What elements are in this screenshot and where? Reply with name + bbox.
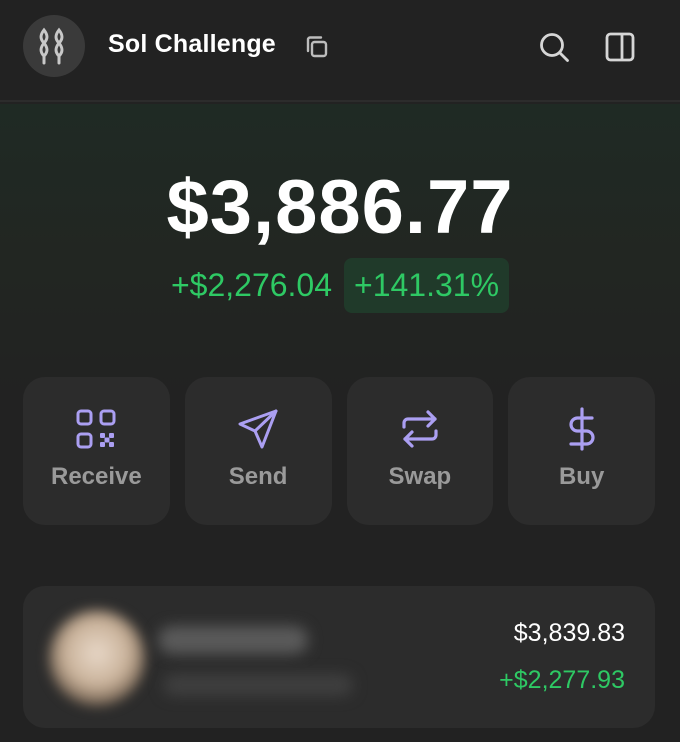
chain-links-icon	[39, 27, 64, 65]
token-balance-redacted	[163, 674, 353, 696]
main-content: $3,886.77 +$2,276.04 +141.31% Receive Se…	[0, 104, 680, 742]
buy-label: Buy	[558, 463, 605, 490]
token-value: $3,839.83	[513, 619, 625, 647]
buy-button[interactable]: Buy	[508, 377, 655, 525]
send-label: Send	[228, 463, 288, 490]
search-icon[interactable]	[537, 30, 571, 64]
send-arrow-icon	[238, 409, 278, 449]
header: Sol Challenge	[0, 0, 680, 102]
balance-change-amount: +$2,276.04	[170, 267, 333, 303]
action-buttons: Receive Send Swap Buy	[23, 377, 655, 525]
side-panel-icon[interactable]	[603, 30, 637, 64]
balance-change-percent: +141.31%	[344, 258, 510, 313]
receive-label: Receive	[51, 463, 142, 490]
token-list-item[interactable]: $3,839.83 +$2,277.93	[23, 586, 655, 728]
dollar-icon	[569, 407, 595, 451]
total-balance: $3,886.77	[166, 165, 514, 250]
token-change: +$2,277.93	[499, 666, 625, 694]
qr-code-icon	[76, 409, 116, 449]
token-name-redacted	[158, 626, 308, 654]
account-avatar[interactable]	[23, 15, 85, 77]
receive-button[interactable]: Receive	[23, 377, 170, 525]
account-name[interactable]: Sol Challenge	[108, 30, 276, 59]
swap-button[interactable]: Swap	[346, 377, 494, 525]
copy-icon[interactable]	[303, 33, 331, 61]
token-logo	[49, 610, 145, 706]
swap-label: Swap	[388, 463, 452, 490]
swap-arrows-icon	[402, 410, 438, 448]
send-button[interactable]: Send	[184, 377, 332, 525]
balance-change-row: +$2,276.04 +141.31%	[0, 258, 680, 313]
